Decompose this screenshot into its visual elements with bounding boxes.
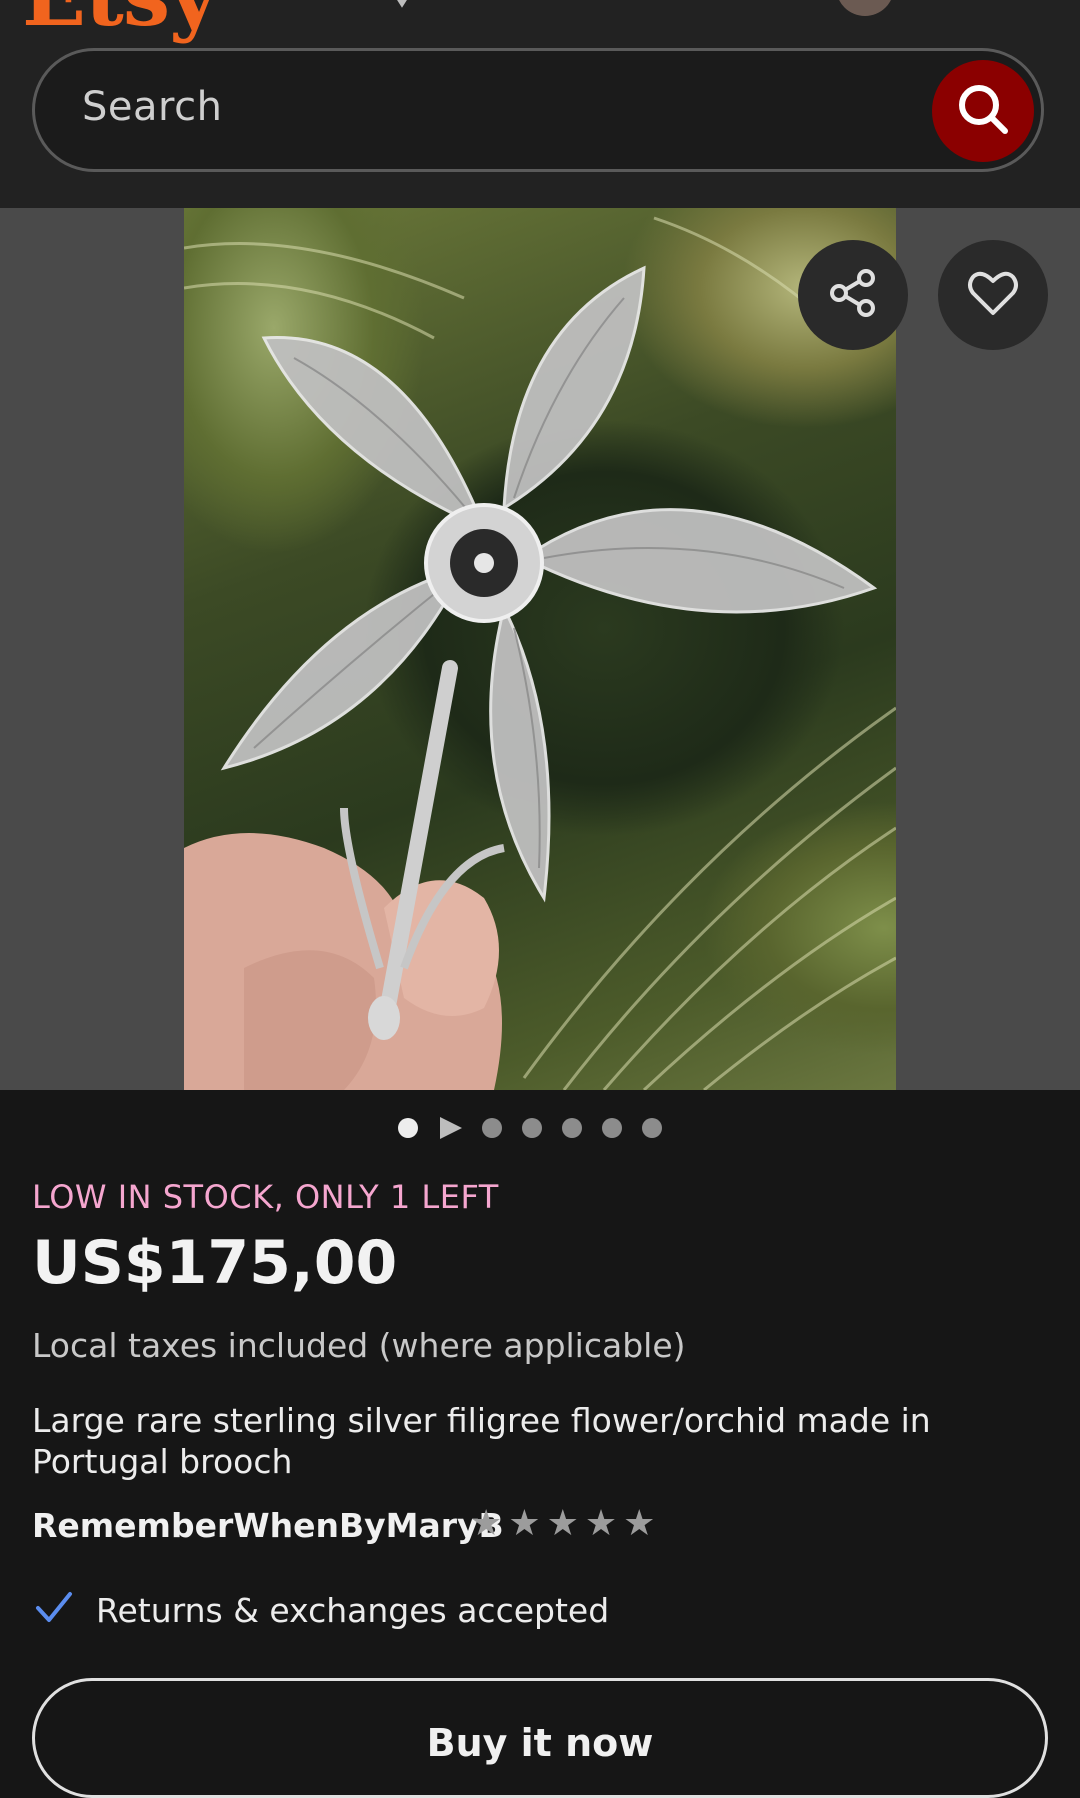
pager-dot[interactable]	[602, 1118, 622, 1138]
gift-icon[interactable]	[494, 0, 538, 12]
buy-it-now-label: Buy it now	[426, 1721, 654, 1765]
star-icon: ★	[470, 1503, 503, 1544]
account-avatar[interactable]	[836, 0, 894, 16]
video-play-icon[interactable]	[440, 1117, 462, 1139]
star-icon: ★	[546, 1503, 579, 1544]
notifications-icon[interactable]	[612, 0, 656, 12]
star-icon: ★	[508, 1503, 541, 1544]
star-icon: ★	[623, 1503, 656, 1544]
product-image[interactable]	[184, 208, 896, 1090]
tax-note: Local taxes included (where applicable)	[32, 1326, 686, 1365]
share-button[interactable]	[798, 240, 908, 350]
heart-icon	[965, 265, 1021, 325]
favorite-button[interactable]	[938, 240, 1048, 350]
image-pager	[398, 1116, 662, 1140]
search-input[interactable]: Search	[82, 84, 222, 130]
search-icon	[955, 81, 1011, 141]
listing-title: Large rare sterling silver filigree flow…	[32, 1401, 931, 1481]
returns-label: Returns & exchanges accepted	[96, 1590, 610, 1630]
share-icon	[826, 266, 880, 324]
image-gallery[interactable]	[0, 208, 1080, 1090]
shop-name-link[interactable]: RememberWhenByMaryB	[32, 1506, 504, 1545]
pager-dot[interactable]	[642, 1118, 662, 1138]
price: US$175,00	[32, 1228, 398, 1298]
pager-dot[interactable]	[522, 1118, 542, 1138]
search-button[interactable]	[932, 60, 1034, 162]
rating-stars[interactable]: ★ ★ ★ ★ ★	[470, 1506, 655, 1542]
etsy-logo[interactable]: Etsy	[22, 0, 218, 38]
pager-dot[interactable]	[562, 1118, 582, 1138]
pager-dot[interactable]	[398, 1118, 418, 1138]
checkmark-icon	[32, 1586, 76, 1634]
stock-notice: LOW IN STOCK, ONLY 1 LEFT	[32, 1178, 499, 1216]
shop-icon[interactable]	[727, 0, 771, 12]
cart-icon[interactable]	[964, 0, 1008, 12]
top-header: Etsy Search	[0, 0, 1080, 208]
favorites-icon[interactable]	[380, 0, 424, 12]
returns-info: Returns & exchanges accepted	[32, 1586, 609, 1634]
star-icon: ★	[584, 1503, 618, 1544]
buy-it-now-button[interactable]: Buy it now	[32, 1678, 1048, 1798]
pager-dot[interactable]	[482, 1118, 502, 1138]
